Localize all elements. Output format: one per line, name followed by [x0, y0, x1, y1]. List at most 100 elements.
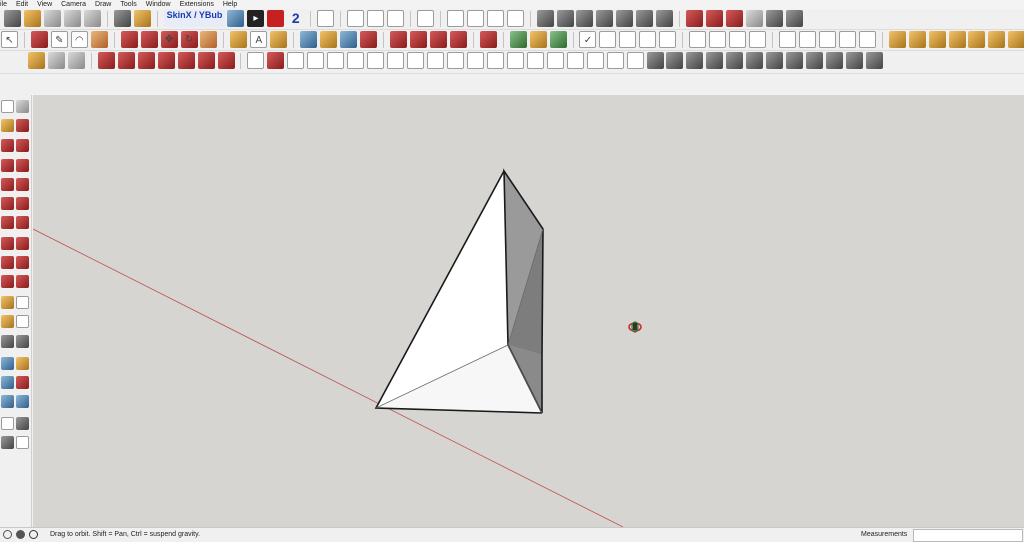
component-icon[interactable] [317, 10, 335, 27]
plugin-icon-5[interactable] [177, 52, 195, 69]
plugin-icon-7[interactable] [217, 52, 235, 69]
camera-icon-5[interactable] [858, 31, 876, 48]
section-icon-2[interactable] [706, 10, 724, 27]
edge-tool-icon-24[interactable] [706, 52, 724, 69]
polygon-tool-icon[interactable] [16, 178, 29, 191]
look-around-tool-icon[interactable] [16, 417, 29, 430]
edge-tool-icon-8[interactable] [387, 52, 405, 69]
arc3-tool-icon[interactable] [1, 216, 14, 229]
camera-icon-1[interactable] [778, 31, 796, 48]
zoom-window-tool-icon[interactable] [16, 376, 29, 389]
cube-icon-3[interactable] [67, 52, 85, 69]
pan-tool-icon[interactable] [16, 357, 29, 370]
sandbox-icon-2[interactable] [529, 31, 547, 48]
edge-tool-icon-14[interactable] [506, 52, 524, 69]
plugin-icon-4[interactable] [157, 52, 175, 69]
sandbox-icon-3[interactable] [549, 31, 567, 48]
geolocation-icon[interactable] [16, 530, 25, 539]
eraser-icon[interactable] [30, 31, 48, 48]
pushpull-tool-icon[interactable] [16, 237, 29, 250]
edge-tool-icon-6[interactable] [347, 52, 365, 69]
followme-tool-icon[interactable] [16, 256, 29, 269]
section-icon-1[interactable] [686, 10, 704, 27]
view-icon-4[interactable] [749, 31, 767, 48]
edge-tool-icon-19[interactable] [606, 52, 624, 69]
line-tool-icon-4[interactable] [506, 10, 524, 27]
skinx-icon[interactable] [227, 10, 245, 27]
paint-tool-icon[interactable] [1, 119, 14, 132]
section-icon-4[interactable] [746, 10, 764, 27]
menu-file[interactable]: ile [0, 0, 7, 9]
line-tool-icon[interactable] [1, 139, 14, 152]
line-tool-icon-3[interactable] [486, 10, 504, 27]
line-tool-icon-1[interactable] [446, 10, 464, 27]
camera-icon-4[interactable] [838, 31, 856, 48]
menu-view[interactable]: View [37, 0, 52, 9]
edge-tool-icon-25[interactable] [726, 52, 744, 69]
section-icon-3[interactable] [726, 10, 744, 27]
edge-tool-icon-29[interactable] [806, 52, 824, 69]
dimension-icon-6[interactable] [988, 31, 1006, 48]
line-tool-icon-2[interactable] [466, 10, 484, 27]
rotate-tool-icon[interactable] [1, 256, 14, 269]
scale-tool-icon[interactable] [1, 275, 14, 288]
undo-icon[interactable] [4, 10, 21, 27]
plugin-icon-3[interactable] [137, 52, 155, 69]
dimension-icon-3[interactable] [928, 31, 946, 48]
tape-tool-icon[interactable] [1, 296, 14, 309]
warehouse-icon-2[interactable] [409, 31, 427, 48]
edge-tool-icon-20[interactable] [626, 52, 644, 69]
hand-icon[interactable] [113, 10, 131, 27]
edge-tool-icon-32[interactable] [865, 52, 883, 69]
warehouse-icon-3[interactable] [429, 31, 447, 48]
paint-bucket-icon[interactable] [270, 31, 288, 48]
curve-icon-3[interactable] [386, 10, 404, 27]
menu-camera[interactable]: Camera [61, 0, 86, 9]
curve-icon-2[interactable] [367, 10, 385, 27]
orbit-icon[interactable] [300, 31, 318, 48]
style-icon-2[interactable] [599, 31, 617, 48]
edge-tool-icon-1[interactable] [247, 52, 265, 69]
curve-icon-1[interactable] [347, 10, 365, 27]
scale-icon[interactable] [200, 31, 218, 48]
help-icon[interactable]: 2 [287, 10, 304, 27]
animation-icon[interactable] [83, 10, 101, 27]
skinx-label[interactable]: SkinX / YBub [163, 10, 226, 27]
credits-icon[interactable] [29, 530, 38, 539]
arc-tool-icon[interactable] [1, 197, 14, 210]
edge-tool-icon-7[interactable] [367, 52, 385, 69]
dimension-icon-2[interactable] [908, 31, 926, 48]
style-icon-5[interactable] [659, 31, 677, 48]
model-canvas[interactable] [33, 95, 1024, 527]
menu-edit[interactable]: Edit [16, 0, 28, 9]
extension-icon[interactable] [479, 31, 497, 48]
drawing-viewport[interactable] [33, 95, 1024, 527]
push-pull-icon[interactable] [120, 31, 138, 48]
view-icon-3[interactable] [729, 31, 747, 48]
zoom-extents-icon[interactable] [360, 31, 378, 48]
warehouse-icon-4[interactable] [449, 31, 467, 48]
section-plane-tool-icon[interactable] [16, 436, 29, 449]
rotated-rect-tool-icon[interactable] [16, 159, 29, 172]
edge-tool-icon-2[interactable] [267, 52, 285, 69]
edge-tool-icon-15[interactable] [526, 52, 544, 69]
pie-tool-icon[interactable] [16, 216, 29, 229]
view-icon-2[interactable] [709, 31, 727, 48]
edge-tool-icon-9[interactable] [407, 52, 425, 69]
move-icon[interactable]: ✥ [160, 31, 178, 48]
edge-tool-icon-4[interactable] [307, 52, 325, 69]
edge-tool-icon-27[interactable] [766, 52, 784, 69]
solid-tool-icon-5[interactable] [616, 10, 634, 27]
edge-tool-icon-17[interactable] [566, 52, 584, 69]
zoom-icon[interactable] [340, 31, 358, 48]
move-tool-icon[interactable] [1, 237, 14, 250]
plugin-icon-1[interactable] [97, 52, 115, 69]
protractor-tool-icon[interactable] [1, 315, 14, 328]
zoom-extents-tool-icon[interactable] [1, 395, 14, 408]
style-icon-3[interactable] [619, 31, 637, 48]
menu-tools[interactable]: Tools [120, 0, 136, 9]
select-tool-icon[interactable] [1, 100, 14, 113]
play-icon[interactable] [23, 10, 41, 27]
edge-tool-icon-26[interactable] [746, 52, 764, 69]
rectangle-tool-icon[interactable] [1, 159, 14, 172]
